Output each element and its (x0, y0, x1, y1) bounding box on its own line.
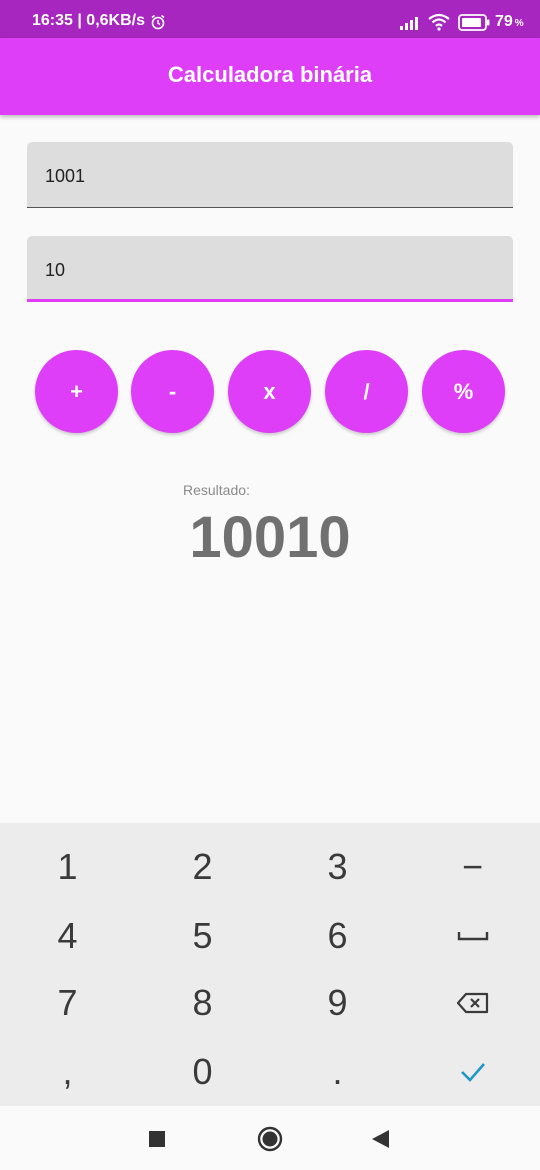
result-value: 10010 (189, 505, 351, 570)
alarm-icon (150, 14, 166, 30)
key-minus[interactable]: − (405, 833, 540, 901)
status-time: 16:35 | 0,6KB/s (32, 12, 145, 29)
backspace-icon[interactable] (405, 969, 540, 1037)
first-number-value: 1001 (45, 166, 86, 186)
app-title: Calculadora binária (167, 62, 373, 87)
second-number-value: 10 (45, 260, 66, 280)
battery-icon (458, 14, 490, 31)
app-bar: Calculadora binária (0, 38, 540, 115)
key-2[interactable]: 2 (135, 833, 270, 901)
checkmark-icon[interactable] (405, 1038, 540, 1106)
subtract-button[interactable]: - (131, 350, 214, 433)
wifi-icon (428, 13, 450, 31)
status-bar: 16:35 | 0,6KB/s 79% (0, 0, 540, 38)
result-label: Resultado: (183, 482, 250, 498)
back-icon[interactable] (368, 1126, 394, 1152)
first-number-field[interactable]: 1001 (27, 142, 513, 208)
second-number-field[interactable]: 10 (27, 236, 513, 302)
key-comma[interactable]: , (0, 1038, 135, 1106)
key-period[interactable]: . (270, 1038, 405, 1106)
multiply-button[interactable]: x (228, 350, 311, 433)
modulo-button[interactable]: % (422, 350, 505, 433)
add-button[interactable]: + (35, 350, 118, 433)
key-0[interactable]: 0 (135, 1038, 270, 1106)
space-icon[interactable] (405, 902, 540, 970)
numeric-keyboard: 1 2 3 − 4 5 6 7 8 9 , 0 . (0, 823, 540, 1106)
key-9[interactable]: 9 (270, 969, 405, 1037)
key-1[interactable]: 1 (0, 833, 135, 901)
key-7[interactable]: 7 (0, 969, 135, 1037)
navigation-bar (0, 1106, 540, 1170)
key-4[interactable]: 4 (0, 902, 135, 970)
key-3[interactable]: 3 (270, 833, 405, 901)
home-icon[interactable] (257, 1126, 283, 1152)
key-8[interactable]: 8 (135, 969, 270, 1037)
battery-percentage: 79% (495, 13, 524, 30)
key-6[interactable]: 6 (270, 902, 405, 970)
recent-apps-icon[interactable] (144, 1126, 170, 1152)
divide-button[interactable]: / (325, 350, 408, 433)
key-5[interactable]: 5 (135, 902, 270, 970)
signal-icon (400, 15, 422, 30)
